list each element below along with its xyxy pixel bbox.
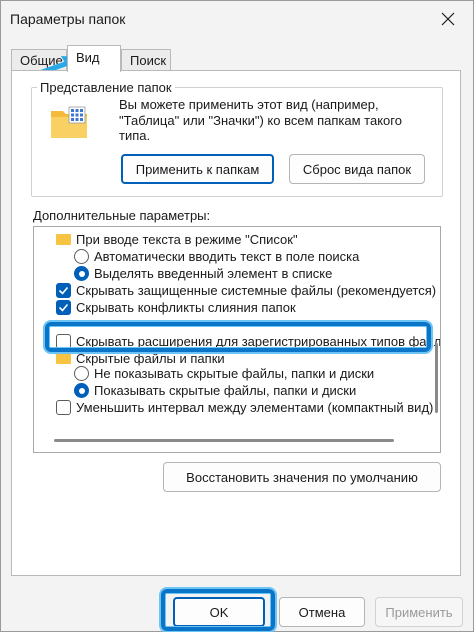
advanced-settings-label: Дополнительные параметры: bbox=[33, 208, 211, 223]
vertical-scrollbar[interactable] bbox=[435, 231, 438, 415]
checkmark-icon bbox=[58, 303, 69, 312]
folder-icon bbox=[56, 234, 71, 245]
title-bar: Параметры папок bbox=[1, 1, 473, 39]
radio-dont-show-hidden[interactable] bbox=[74, 366, 89, 381]
close-button[interactable] bbox=[425, 1, 471, 37]
horizontal-scrollbar-thumb[interactable] bbox=[54, 439, 394, 442]
checkbox-hide-merge-conflicts[interactable] bbox=[56, 300, 71, 315]
close-icon bbox=[441, 12, 455, 26]
restore-defaults-button[interactable]: Восстановить значения по умолчанию bbox=[163, 462, 441, 492]
folder-options-dialog: Параметры папок Общие Вид Поиск Представ… bbox=[0, 0, 474, 632]
checkbox-compact-view[interactable] bbox=[56, 400, 71, 415]
apply-to-folders-button[interactable]: Применить к папкам bbox=[121, 154, 274, 184]
folder-views-label: Представление папок bbox=[37, 80, 175, 95]
checkbox-hide-extensions[interactable] bbox=[56, 334, 71, 349]
cancel-button[interactable]: Отмена bbox=[279, 597, 365, 627]
folder-views-description: Вы можете применить этот вид (например, … bbox=[119, 97, 402, 143]
radio-auto-search[interactable] bbox=[74, 249, 89, 264]
tab-view[interactable]: Вид bbox=[67, 45, 121, 72]
checkbox-hide-system-files[interactable] bbox=[56, 283, 71, 298]
tab-search[interactable]: Поиск bbox=[121, 49, 171, 71]
apply-button[interactable]: Применить bbox=[375, 597, 463, 627]
advanced-settings-list[interactable]: При вводе текста в режиме "Список" Автом… bbox=[33, 226, 441, 453]
tab-strip: Общие Вид Поиск bbox=[11, 45, 451, 72]
radio-show-hidden[interactable] bbox=[74, 383, 89, 398]
folder-icon bbox=[56, 353, 71, 364]
reset-folders-button[interactable]: Сброс вида папок bbox=[289, 154, 425, 184]
radio-select-item[interactable] bbox=[74, 266, 89, 281]
folder-view-icon bbox=[51, 106, 87, 138]
window-title: Параметры папок bbox=[10, 11, 126, 27]
vertical-scrollbar-thumb[interactable] bbox=[435, 343, 438, 413]
checkmark-icon bbox=[58, 286, 69, 295]
ok-button[interactable]: OK bbox=[173, 597, 265, 627]
